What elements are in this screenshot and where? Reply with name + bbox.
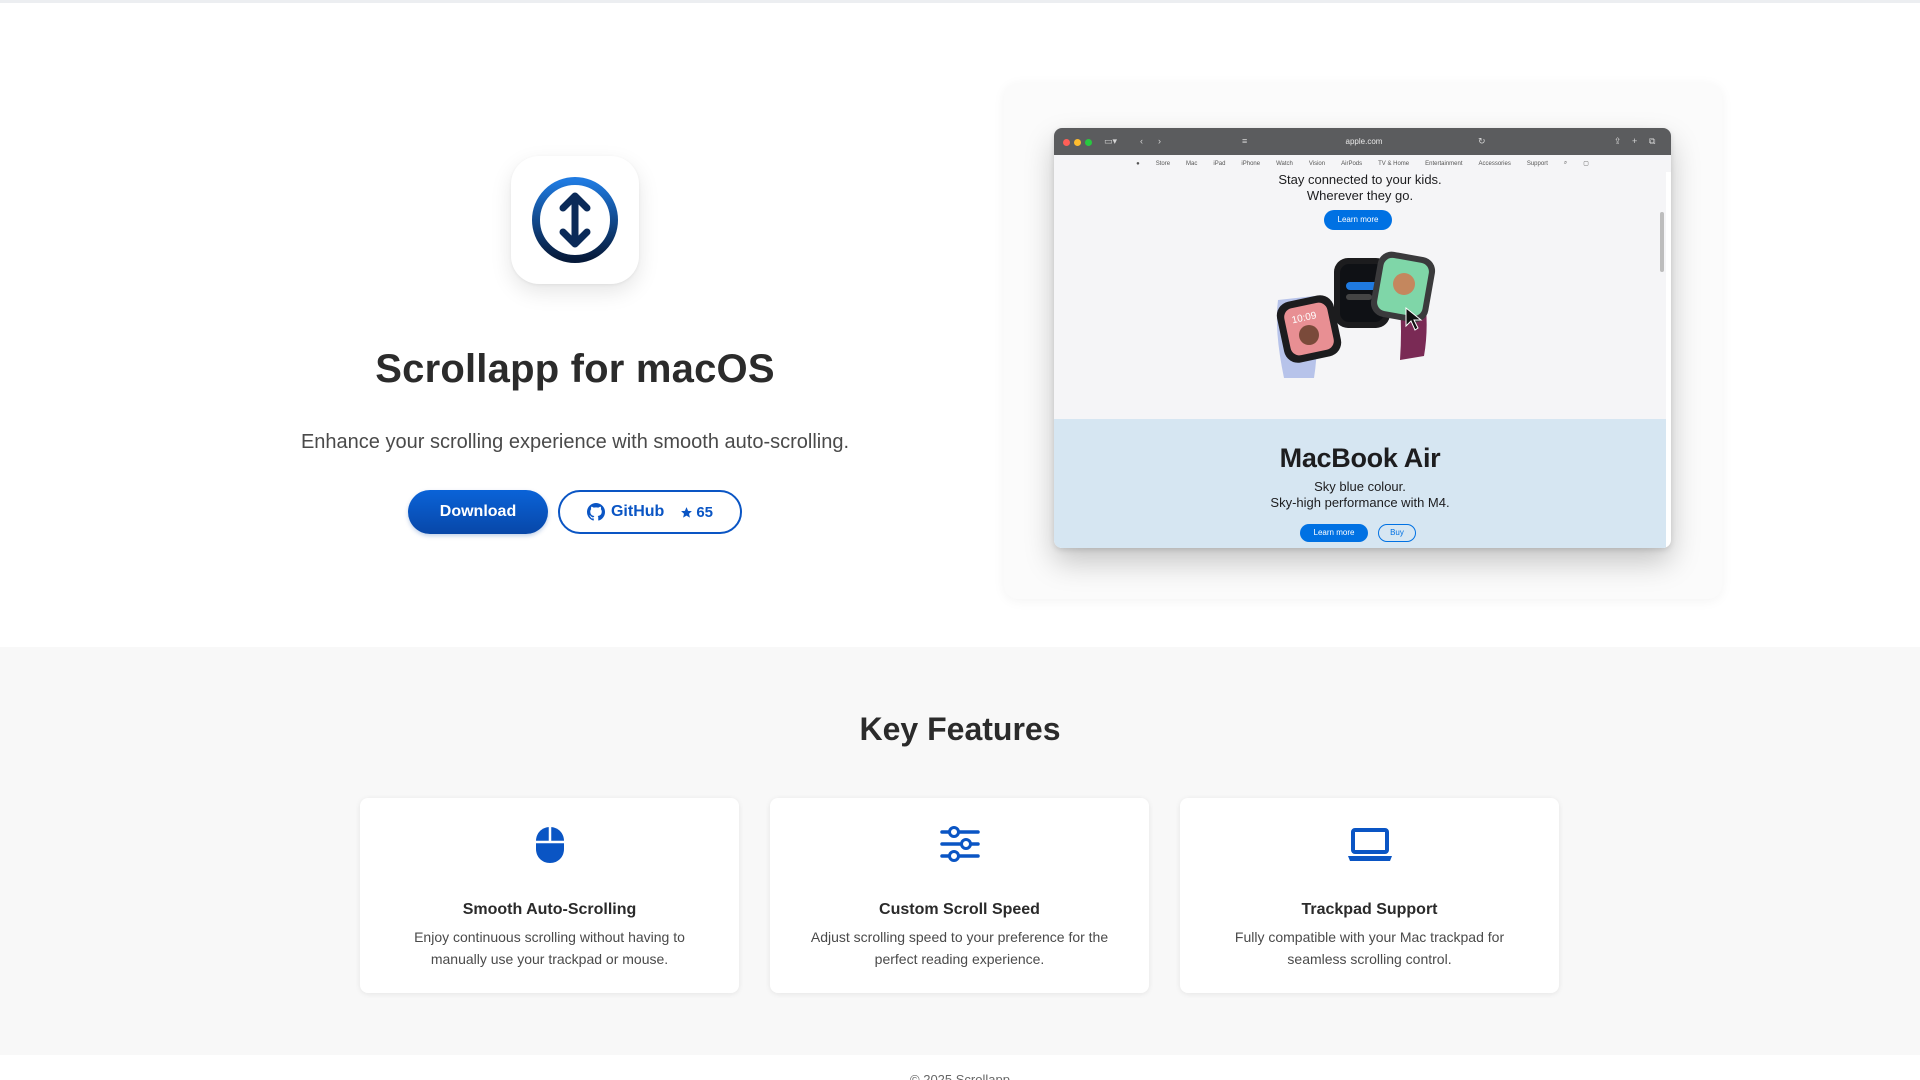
- feature-title: Trackpad Support: [1301, 901, 1438, 918]
- site-nav-item: Vision: [1308, 160, 1326, 167]
- feature-title: Custom Scroll Speed: [879, 901, 1040, 918]
- site-nav-item: Store: [1155, 160, 1171, 167]
- macbook-promo: MacBook Air Sky blue colour. Sky-high pe…: [1054, 419, 1666, 548]
- app-icon: [511, 156, 639, 284]
- site-nav-item: Mac: [1186, 160, 1198, 167]
- feature-description: Enjoy continuous scrolling without havin…: [414, 929, 685, 967]
- github-button[interactable]: GitHub 65: [558, 490, 742, 534]
- close-dot-icon: [1063, 139, 1070, 146]
- macbook-title: MacBook Air: [1279, 443, 1441, 473]
- browser-screenshot: ▭▾ ‹ › ≡ apple.com ↻ ⇪ + ⧉ ● Store Mac i…: [1054, 128, 1671, 548]
- hero-buttons: Download GitHub 65: [408, 490, 742, 534]
- search-icon: ⌕: [1563, 160, 1568, 166]
- promo-line: Stay connected to your kids.: [1278, 172, 1442, 187]
- hero-section: Scrollapp for macOS Enhance your scrolli…: [0, 3, 1920, 647]
- bag-icon: ▢: [1583, 161, 1589, 167]
- feature-card: Trackpad Support Fully compatible with y…: [1180, 798, 1559, 993]
- laptop-icon: [1347, 828, 1392, 861]
- feature-title: Smooth Auto-Scrolling: [462, 901, 637, 918]
- github-stars: 65: [680, 504, 713, 521]
- site-nav-item: iPhone: [1241, 160, 1261, 167]
- feature-card: Smooth Auto-Scrolling Enjoy continuous s…: [360, 798, 739, 993]
- site-nav: ● Store Mac iPad iPhone Watch Vision Air…: [1054, 155, 1671, 172]
- footer: © 2025 Scrollapp: [0, 1055, 1920, 1080]
- new-tab-icon: +: [1632, 136, 1638, 146]
- browser-url: apple.com: [1345, 137, 1383, 146]
- tabs-icon: ⧉: [1649, 136, 1656, 146]
- reader-icon: ≡: [1242, 136, 1248, 146]
- github-icon: [586, 503, 605, 521]
- macbook-subtitle: Sky-high performance with M4.: [1270, 495, 1450, 510]
- minimize-dot-icon: [1074, 139, 1081, 146]
- mouse-icon: [535, 827, 564, 863]
- browser-content: Stay connected to your kids. Wherever th…: [1054, 172, 1666, 548]
- site-nav-item: Entertainment: [1425, 160, 1463, 167]
- footer-copyright: © 2025 Scrollapp: [910, 1072, 1010, 1080]
- macbook-learn-more: Learn more: [1300, 524, 1368, 542]
- browser-titlebar: ▭▾ ‹ › ≡ apple.com ↻ ⇪ + ⧉: [1054, 128, 1671, 155]
- reload-icon: ↻: [1478, 136, 1486, 146]
- hero-subtitle: Enhance your scrolling experience with s…: [300, 431, 850, 453]
- scroll-arrows-icon: [532, 177, 618, 263]
- forward-icon: ›: [1158, 136, 1161, 146]
- site-nav-item: AirPods: [1341, 160, 1363, 167]
- page-title: Scrollapp for macOS: [375, 347, 775, 391]
- site-nav-item: Watch: [1276, 160, 1293, 167]
- download-button[interactable]: Download: [408, 490, 548, 534]
- github-label: GitHub: [610, 503, 665, 520]
- github-star-count: 65: [696, 503, 713, 521]
- apple-watch-image: 10:09: [1276, 251, 1436, 378]
- features-title: Key Features: [859, 711, 1061, 747]
- features-section: Key Features Smooth Auto-Scrolling Enjoy…: [0, 647, 1920, 1055]
- browser-scrollbar: [1660, 212, 1664, 272]
- macbook-buy: Buy: [1378, 524, 1416, 542]
- site-nav-item: Accessories: [1478, 160, 1511, 167]
- macbook-subtitle: Sky blue colour.: [1314, 479, 1406, 494]
- site-nav-item: Support: [1526, 160, 1548, 167]
- back-icon: ‹: [1140, 136, 1143, 146]
- feature-card: Custom Scroll Speed Adjust scrolling spe…: [770, 798, 1149, 993]
- apple-logo-icon: ●: [1136, 160, 1140, 167]
- star-icon: [681, 506, 693, 518]
- zoom-dot-icon: [1085, 139, 1092, 146]
- share-icon: ⇪: [1614, 136, 1622, 146]
- promo-learn-more: Learn more: [1324, 210, 1392, 230]
- site-nav-item: TV & Home: [1378, 160, 1410, 167]
- promo-line: Wherever they go.: [1306, 188, 1414, 203]
- feature-description: Fully compatible with your Mac trackpad …: [1234, 929, 1505, 967]
- sliders-icon: [939, 826, 980, 862]
- site-nav-item: iPad: [1213, 160, 1226, 167]
- feature-description: Adjust scrolling speed to your preferenc…: [810, 929, 1109, 967]
- sidebar-icon: ▭▾: [1104, 136, 1118, 146]
